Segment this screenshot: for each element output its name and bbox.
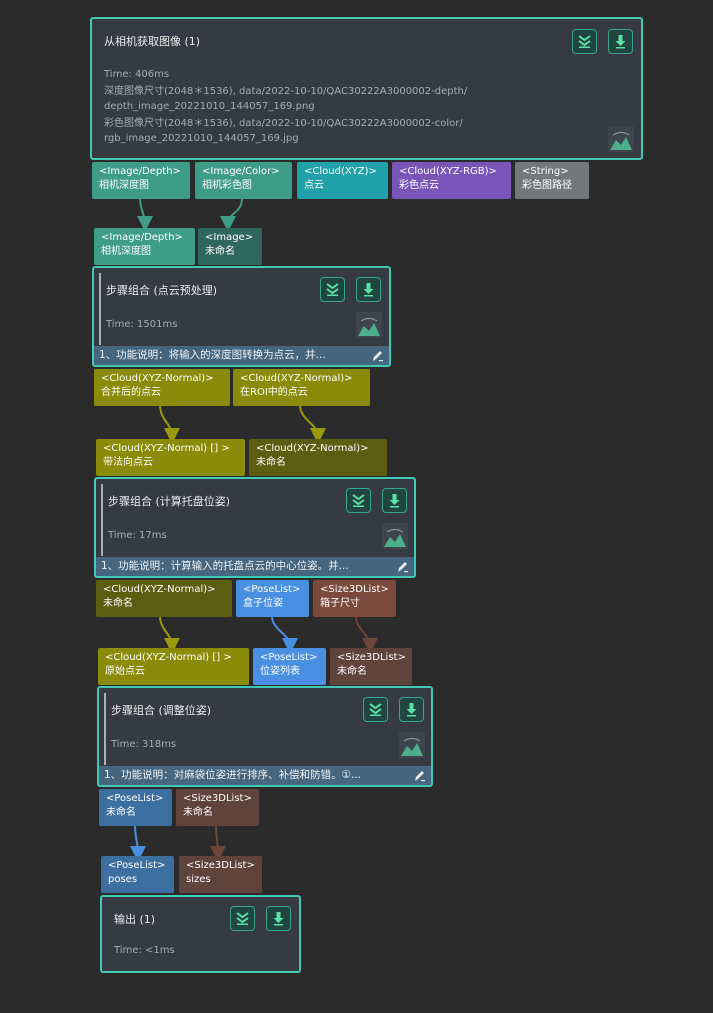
collapse-button[interactable]	[572, 29, 597, 54]
node-time: Time: 318ms	[111, 739, 177, 750]
edge-cloud	[159, 615, 180, 654]
port-output-color[interactable]: <Image/Color> 相机彩色图	[195, 162, 292, 199]
node-title: 步骤组合 (计算托盘位姿)	[108, 495, 231, 508]
node-title: 输出 (1)	[114, 913, 156, 926]
collapse-icon	[369, 703, 382, 716]
node-info-line: rgb_image_20221010_144057_169.jpg	[104, 133, 299, 144]
debug-output-button[interactable]	[382, 488, 407, 513]
download-icon	[363, 283, 374, 297]
download-icon	[615, 35, 626, 49]
edge-roi-cloud	[299, 404, 326, 444]
image-preview-icon[interactable]	[382, 523, 408, 549]
edge-merged-cloud	[159, 404, 180, 444]
node-side-bar	[101, 484, 103, 556]
port-input-pose-list[interactable]: <PoseList> 位姿列表	[253, 648, 326, 685]
node-output[interactable]: 输出 (1) Time: <1ms	[100, 895, 301, 973]
port-input-sizes[interactable]: <Size3DList> sizes	[179, 856, 262, 893]
node-title: 步骤组合 (点云预处理)	[106, 284, 218, 297]
debug-output-button[interactable]	[356, 277, 381, 302]
port-output-size3d[interactable]: <Size3DList> 未命名	[176, 789, 259, 826]
node-time: Time: 406ms	[104, 69, 170, 80]
debug-output-button[interactable]	[399, 697, 424, 722]
node-info-line: depth_image_20221010_144057_169.png	[104, 101, 315, 112]
debug-output-button[interactable]	[608, 29, 633, 54]
node-capture-images[interactable]: 从相机获取图像 (1) Time: 406ms 深度图像尺寸(2048＊1536…	[90, 17, 643, 160]
node-pallet-pose[interactable]: 步骤组合 (计算托盘位姿) Time: 17ms 1、功能说明：计算输入的托盘点…	[94, 477, 416, 578]
port-input-poses[interactable]: <PoseList> poses	[101, 856, 174, 893]
download-icon	[406, 703, 417, 717]
debug-output-button[interactable]	[266, 906, 291, 931]
port-output-cloud[interactable]: <Cloud(XYZ)> 点云	[297, 162, 388, 199]
node-time: Time: 1501ms	[106, 319, 178, 330]
edge-color	[220, 197, 243, 232]
image-preview-icon[interactable]	[608, 126, 634, 152]
collapse-button[interactable]	[363, 697, 388, 722]
collapse-button[interactable]	[230, 906, 255, 931]
edge-depth	[136, 197, 153, 232]
node-description: 1、功能说明：对麻袋位姿进行排序、补偿和防错。①...	[99, 766, 431, 785]
port-output-cloud-rgb[interactable]: <Cloud(XYZ-RGB)> 彩色点云	[392, 162, 511, 199]
node-time: Time: <1ms	[114, 945, 175, 956]
download-icon	[389, 494, 400, 508]
port-input-cloud[interactable]: <Cloud(XYZ-Normal)> 未命名	[249, 439, 387, 476]
port-input-image[interactable]: <Image> 未命名	[198, 228, 262, 265]
node-description: 1、功能说明：将输入的深度图转换为点云，并...	[94, 346, 389, 365]
collapse-icon	[326, 283, 339, 296]
port-output-merged-cloud[interactable]: <Cloud(XYZ-Normal)> 合并后的点云	[94, 369, 230, 406]
edit-icon[interactable]	[370, 349, 384, 363]
port-output-cloud[interactable]: <Cloud(XYZ-Normal)> 未命名	[96, 580, 232, 617]
edge-poselist	[271, 615, 298, 654]
node-time: Time: 17ms	[108, 530, 167, 541]
port-input-normal-cloud[interactable]: <Cloud(XYZ-Normal) [] > 带法向点云	[96, 439, 245, 476]
node-title: 步骤组合 (调整位姿)	[111, 704, 212, 717]
port-output-roi-cloud[interactable]: <Cloud(XYZ-Normal)> 在ROI中的点云	[233, 369, 370, 406]
node-adjust-pose[interactable]: 步骤组合 (调整位姿) Time: 318ms 1、功能说明：对麻袋位姿进行排序…	[97, 686, 433, 787]
edge-size3d	[355, 615, 378, 654]
port-output-pose-list[interactable]: <PoseList> 未命名	[99, 789, 172, 826]
collapse-icon	[578, 35, 591, 48]
collapse-icon	[236, 912, 249, 925]
node-side-bar	[104, 693, 106, 765]
collapse-button[interactable]	[320, 277, 345, 302]
port-output-box-size[interactable]: <Size3DList> 箱子尺寸	[313, 580, 396, 617]
port-output-depth[interactable]: <Image/Depth> 相机深度图	[92, 162, 190, 199]
collapse-button[interactable]	[346, 488, 371, 513]
node-info-line: 彩色图像尺寸(2048＊1536), data/2022-10-10/QAC30…	[104, 118, 463, 129]
port-input-depth[interactable]: <Image/Depth> 相机深度图	[94, 228, 195, 265]
image-preview-icon[interactable]	[399, 732, 425, 758]
port-input-raw-cloud[interactable]: <Cloud(XYZ-Normal) [] > 原始点云	[98, 648, 249, 685]
edit-icon[interactable]	[412, 769, 426, 783]
node-description: 1、功能说明：计算输入的托盘点云的中心位姿。并...	[96, 557, 414, 576]
image-preview-icon[interactable]	[356, 312, 382, 338]
edge-sizes	[209, 825, 226, 862]
port-output-box-poses[interactable]: <PoseList> 盒子位姿	[236, 580, 309, 617]
port-output-rgb-path[interactable]: <String> 彩色图路径	[515, 162, 589, 199]
edit-icon[interactable]	[395, 560, 409, 574]
port-input-size3d[interactable]: <Size3DList> 未命名	[330, 648, 412, 685]
node-side-bar	[99, 273, 101, 345]
node-title: 从相机获取图像 (1)	[104, 35, 201, 48]
edge-poses	[129, 825, 146, 862]
node-info-line: 深度图像尺寸(2048＊1536), data/2022-10-10/QAC30…	[104, 86, 468, 97]
download-icon	[273, 912, 284, 926]
node-cloud-preprocess[interactable]: 步骤组合 (点云预处理) Time: 1501ms 1、功能说明：将输入的深度图…	[92, 266, 391, 367]
collapse-icon	[352, 494, 365, 507]
